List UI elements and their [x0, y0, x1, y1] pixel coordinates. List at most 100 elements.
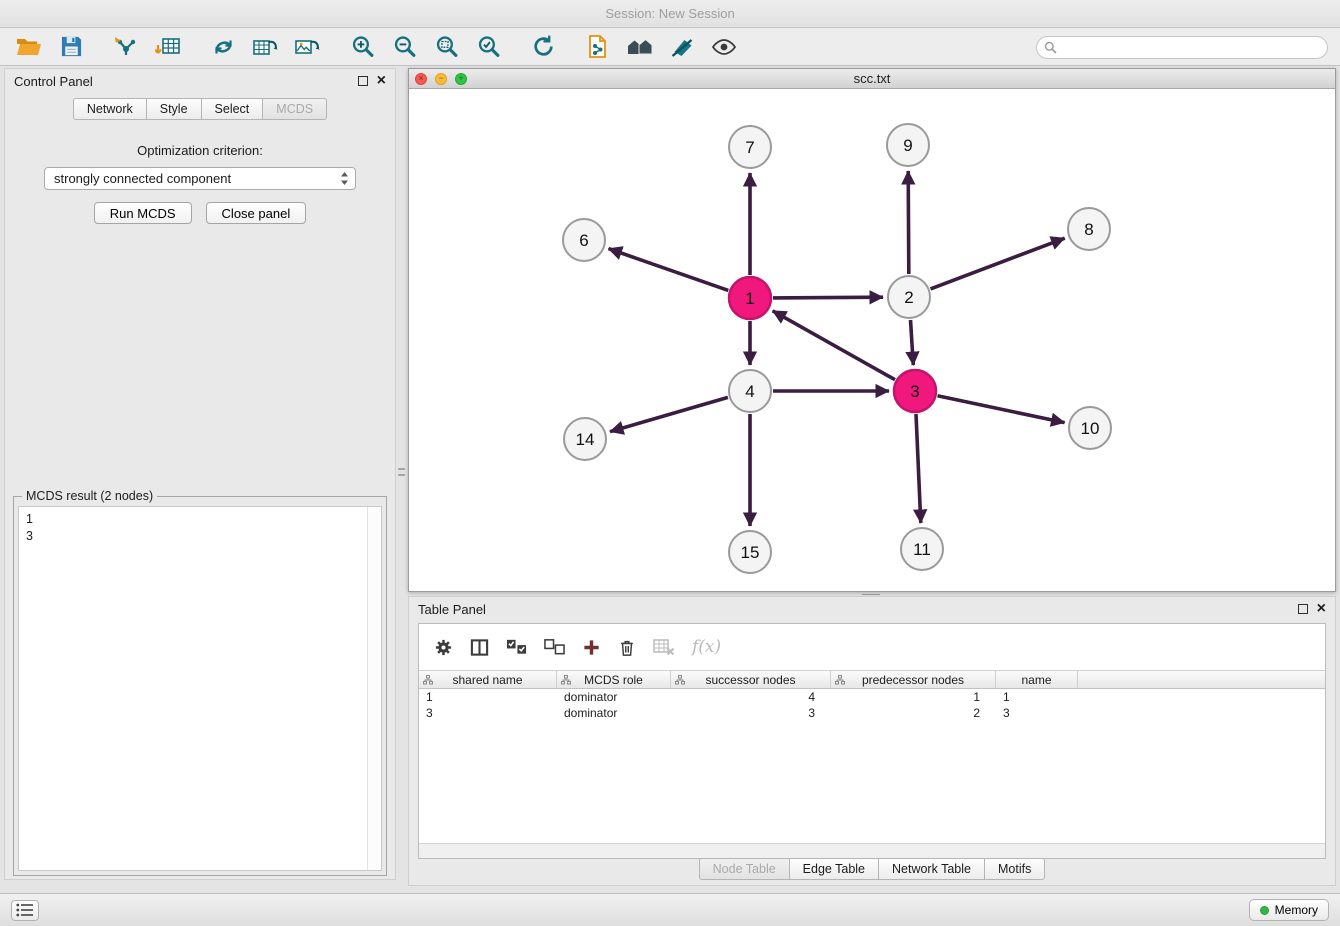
task-history-button[interactable] — [11, 900, 39, 921]
application-window: Session: New Session — [0, 0, 1340, 926]
delete-column-button[interactable] — [618, 638, 636, 657]
network-canvas[interactable]: 7968124314101511 — [409, 89, 1335, 591]
cell-shared-name[interactable]: 3 — [419, 706, 557, 720]
column-label: predecessor nodes — [862, 673, 964, 687]
import-table-button[interactable] — [147, 31, 189, 63]
tab-edge-table[interactable]: Edge Table — [790, 858, 879, 880]
tab-network-table[interactable]: Network Table — [879, 858, 985, 880]
cell-name[interactable]: 1 — [996, 690, 1078, 704]
table-row[interactable]: 1 dominator 4 1 1 — [419, 689, 1325, 705]
function-builder-button[interactable]: f(x) — [692, 637, 721, 657]
export-table-button[interactable] — [244, 31, 286, 63]
control-panel-header: Control Panel × — [5, 69, 395, 93]
zoom-in-button[interactable] — [341, 31, 383, 63]
search-input[interactable] — [1061, 37, 1327, 58]
graph-edge-2-3[interactable] — [911, 320, 914, 365]
close-panel-icon[interactable]: × — [1317, 604, 1326, 614]
memory-label: Memory — [1275, 903, 1318, 917]
zoom-selected-button[interactable] — [467, 31, 509, 63]
cell-predecessor-nodes[interactable]: 1 — [831, 690, 996, 704]
close-panel-icon[interactable]: × — [377, 76, 386, 86]
column-type-icon — [561, 675, 571, 685]
graph-edge-2-9[interactable] — [908, 171, 909, 274]
tab-network[interactable]: Network — [73, 98, 147, 120]
column-header-predecessor-nodes[interactable]: predecessor nodes — [831, 671, 996, 688]
float-panel-icon[interactable] — [358, 76, 368, 86]
deselect-all-rows-button[interactable] — [544, 639, 565, 655]
export-table-icon — [252, 35, 278, 59]
cell-shared-name[interactable]: 1 — [419, 690, 557, 704]
import-network-button[interactable] — [105, 31, 147, 63]
column-type-icon — [423, 675, 433, 685]
layout-arrows-icon — [211, 35, 236, 59]
refresh-view-button[interactable] — [522, 31, 564, 63]
memory-button[interactable]: Memory — [1249, 899, 1329, 921]
graph-node-label-8: 8 — [1084, 220, 1093, 239]
zoom-fit-icon — [434, 34, 459, 59]
create-column-button[interactable] — [582, 638, 601, 657]
cell-successor-nodes[interactable]: 3 — [671, 706, 831, 720]
minimize-window-icon[interactable]: − — [435, 73, 447, 85]
column-header-shared-name[interactable]: shared name — [419, 671, 557, 688]
tab-style[interactable]: Style — [147, 98, 202, 120]
network-graph[interactable]: 7968124314101511 — [409, 89, 1335, 591]
graph-edge-4-14[interactable] — [610, 397, 728, 431]
cell-predecessor-nodes[interactable]: 2 — [831, 706, 996, 720]
save-session-button[interactable] — [50, 31, 92, 63]
graph-edge-3-1[interactable] — [773, 311, 895, 380]
column-label: shared name — [452, 673, 522, 687]
control-panel-tabs: Network Style Select MCDS — [5, 98, 395, 120]
select-all-rows-button[interactable] — [506, 639, 527, 655]
apply-layout-button[interactable] — [202, 31, 244, 63]
table-horizontal-scrollbar[interactable] — [419, 843, 1325, 858]
graph-node-label-2: 2 — [904, 288, 913, 307]
column-header-name[interactable]: name — [996, 671, 1078, 688]
tab-select[interactable]: Select — [202, 98, 264, 120]
graph-edge-3-10[interactable] — [938, 396, 1065, 423]
graph-edge-2-8[interactable] — [931, 238, 1065, 289]
apply-style-button[interactable] — [661, 31, 703, 63]
show-graphics-details-button[interactable] — [703, 31, 745, 63]
column-header-mcds-role[interactable]: MCDS role — [557, 671, 671, 688]
tab-node-table[interactable]: Node Table — [699, 858, 790, 880]
table-settings-button[interactable] — [434, 638, 453, 657]
document-network-icon — [586, 34, 610, 59]
column-header-successor-nodes[interactable]: successor nodes — [671, 671, 831, 688]
tab-mcds[interactable]: MCDS — [263, 98, 327, 120]
graph-edge-3-11[interactable] — [916, 414, 921, 523]
result-scrollbar[interactable] — [367, 507, 381, 870]
network-window-titlebar[interactable]: scc.txt × − + — [409, 69, 1335, 89]
graph-edge-1-6[interactable] — [609, 249, 729, 291]
export-image-button[interactable] — [286, 31, 328, 63]
graph-node-label-15: 15 — [741, 543, 760, 562]
eye-icon — [711, 36, 737, 58]
run-mcds-button[interactable]: Run MCDS — [94, 202, 192, 224]
clone-network-button[interactable] — [577, 31, 619, 63]
graph-node-label-10: 10 — [1081, 419, 1100, 438]
search-field[interactable] — [1036, 36, 1328, 59]
vertical-splitter-grip[interactable] — [398, 461, 405, 483]
zoom-fit-button[interactable] — [425, 31, 467, 63]
memory-status-icon — [1260, 906, 1269, 915]
tab-motifs[interactable]: Motifs — [985, 858, 1045, 880]
zoom-out-button[interactable] — [383, 31, 425, 63]
show-columns-button[interactable] — [470, 638, 489, 657]
optimization-criterion-label: Optimization criterion: — [5, 143, 395, 158]
float-panel-icon[interactable] — [1298, 604, 1308, 614]
home-button[interactable] — [619, 31, 661, 63]
close-panel-button[interactable]: Close panel — [206, 202, 307, 224]
table-row[interactable]: 3 dominator 3 2 3 — [419, 705, 1325, 721]
column-label: name — [1021, 673, 1051, 687]
folder-open-icon — [16, 36, 42, 58]
cell-mcds-role[interactable]: dominator — [557, 690, 671, 704]
cell-name[interactable]: 3 — [996, 706, 1078, 720]
cell-mcds-role[interactable]: dominator — [557, 706, 671, 720]
maximize-window-icon[interactable]: + — [455, 73, 467, 85]
open-session-button[interactable] — [8, 31, 50, 63]
graph-edge-1-2[interactable] — [773, 297, 883, 298]
trash-icon — [618, 638, 636, 657]
cell-successor-nodes[interactable]: 4 — [671, 690, 831, 704]
delete-table-button[interactable] — [653, 638, 675, 656]
close-window-icon[interactable]: × — [415, 73, 427, 85]
criterion-dropdown[interactable]: strongly connected component — [44, 167, 356, 190]
